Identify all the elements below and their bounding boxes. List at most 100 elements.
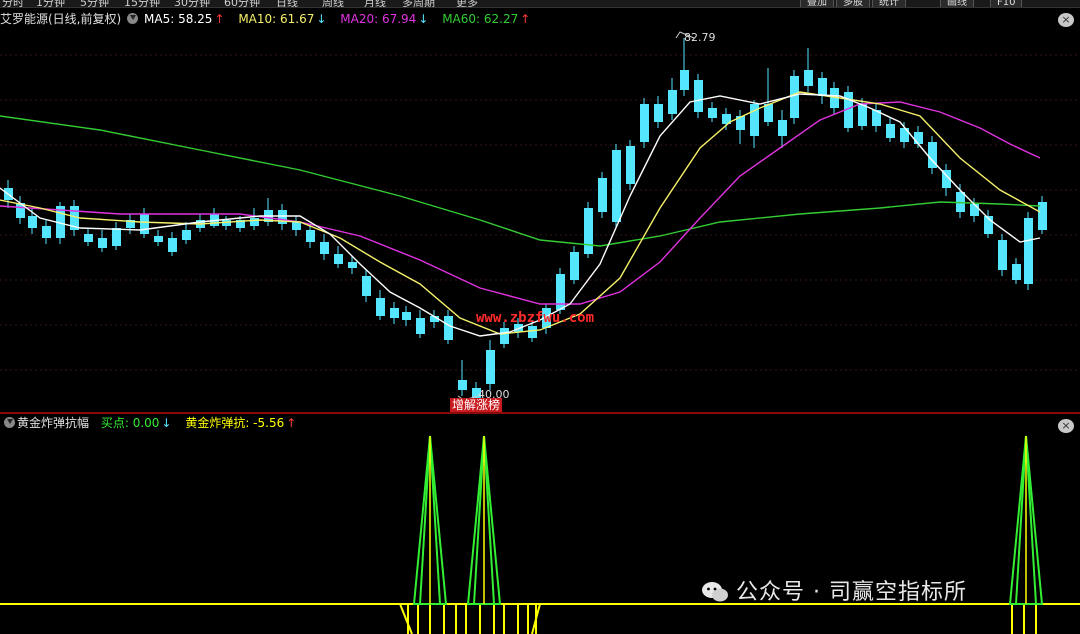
- ma5-line: [0, 93, 1041, 337]
- tab-period-1[interactable]: 1分钟: [36, 0, 65, 7]
- tab-period-9[interactable]: 多周期: [402, 0, 435, 7]
- candle-body: [886, 124, 895, 138]
- candle-body: [416, 318, 425, 334]
- candle: [210, 208, 219, 228]
- candle-body: [292, 222, 301, 230]
- candle-body: [764, 104, 773, 122]
- candle-body: [612, 150, 621, 222]
- candle: [1012, 258, 1021, 284]
- ma5-dir: ↑: [214, 12, 225, 26]
- candle: [112, 222, 121, 250]
- candle: [1038, 196, 1047, 234]
- candle-body: [334, 254, 343, 264]
- candle: [362, 270, 371, 302]
- candle-body: [804, 70, 813, 86]
- candle: [458, 360, 467, 396]
- stock-title[interactable]: 艾罗能源(日线,前复权): [0, 12, 121, 26]
- tab-period-4[interactable]: 30分钟: [174, 0, 210, 7]
- candle-body: [140, 214, 149, 234]
- candle: [416, 310, 425, 338]
- candle-body: [320, 242, 329, 254]
- candle: [84, 228, 93, 246]
- candle-body: [486, 350, 495, 384]
- candle-body: [306, 230, 315, 242]
- candle-body: [98, 238, 107, 248]
- ma60-label: MA60: 62.27: [442, 12, 519, 26]
- candle-body: [708, 108, 717, 118]
- overlay-button[interactable]: 叠加: [800, 0, 834, 7]
- candle-body: [694, 80, 703, 112]
- candle-body: [584, 208, 593, 254]
- candle: [154, 230, 163, 246]
- ma10-dir: ↓: [316, 12, 327, 26]
- candle-body: [998, 240, 1007, 270]
- wechat-watermark: 公众号 · 司赢空指标所: [700, 574, 967, 606]
- candle: [570, 246, 579, 284]
- candle-body: [500, 328, 509, 344]
- candle: [334, 246, 343, 268]
- candle-body: [376, 298, 385, 316]
- candle: [858, 98, 867, 130]
- tab-period-2[interactable]: 5分钟: [80, 0, 109, 7]
- candle-body: [914, 132, 923, 144]
- ma20-line: [0, 101, 1041, 305]
- site-watermark: www.zbzfwu.com: [476, 310, 595, 326]
- ma10-label: MA10: 61.67: [238, 12, 315, 26]
- candle: [942, 164, 951, 196]
- multi-stock-button[interactable]: 多股: [836, 0, 870, 7]
- candle: [320, 234, 329, 260]
- candle: [680, 38, 689, 96]
- ma20-dir: ↓: [418, 12, 429, 26]
- candle: [956, 184, 965, 218]
- candle-body: [790, 76, 799, 118]
- tab-period-0[interactable]: 分时: [2, 0, 24, 7]
- candle: [486, 340, 495, 390]
- tab-period-8[interactable]: 月线: [364, 0, 386, 7]
- candle: [654, 96, 663, 128]
- candle: [264, 198, 273, 226]
- candle-body: [1012, 264, 1021, 280]
- candle: [998, 234, 1007, 276]
- limit-up-badge: 增解涨榜: [450, 398, 503, 413]
- candle: [376, 290, 385, 320]
- stats-button[interactable]: 统计: [872, 0, 906, 7]
- tab-period-3[interactable]: 15分钟: [124, 0, 160, 7]
- candle-body: [458, 380, 467, 390]
- candle-body: [154, 236, 163, 242]
- candle-body: [640, 104, 649, 142]
- candle-body: [858, 104, 867, 126]
- candle: [42, 220, 51, 244]
- main-legend: 艾罗能源(日线,前复权) MA5: 58.25 ↑ MA10: 61.67 ↓ MA…: [0, 10, 532, 28]
- tab-period-7[interactable]: 周线: [322, 0, 344, 7]
- candle: [750, 100, 759, 148]
- candle: [900, 122, 909, 148]
- tab-period-10[interactable]: 更多: [456, 0, 478, 7]
- candle: [872, 104, 881, 132]
- candlestick-chart: [0, 31, 1080, 404]
- candle: [612, 144, 621, 228]
- candle: [640, 98, 649, 148]
- ma60-line: [0, 115, 1041, 247]
- candle-body: [28, 216, 37, 228]
- candle: [722, 108, 731, 130]
- candle: [886, 118, 895, 142]
- candle-body: [1024, 218, 1033, 284]
- ma5-label: MA5: 58.25: [144, 12, 213, 26]
- draw-line-button[interactable]: 画线: [940, 0, 974, 7]
- candle-body: [654, 104, 663, 122]
- f10-button[interactable]: F10: [990, 0, 1023, 7]
- candle: [390, 302, 399, 324]
- candle-body: [348, 262, 357, 268]
- candle-body: [250, 218, 259, 226]
- candle-body: [528, 326, 537, 338]
- candle-body: [626, 146, 635, 184]
- candle: [598, 172, 607, 218]
- tab-period-5[interactable]: 60分钟: [224, 0, 260, 7]
- candle-body: [402, 312, 411, 320]
- candle: [292, 216, 301, 236]
- candle: [984, 210, 993, 238]
- candle-body: [818, 78, 827, 96]
- settings-dropdown-icon[interactable]: [127, 13, 139, 24]
- tab-period-6[interactable]: 日线: [276, 0, 298, 7]
- candle: [626, 140, 635, 190]
